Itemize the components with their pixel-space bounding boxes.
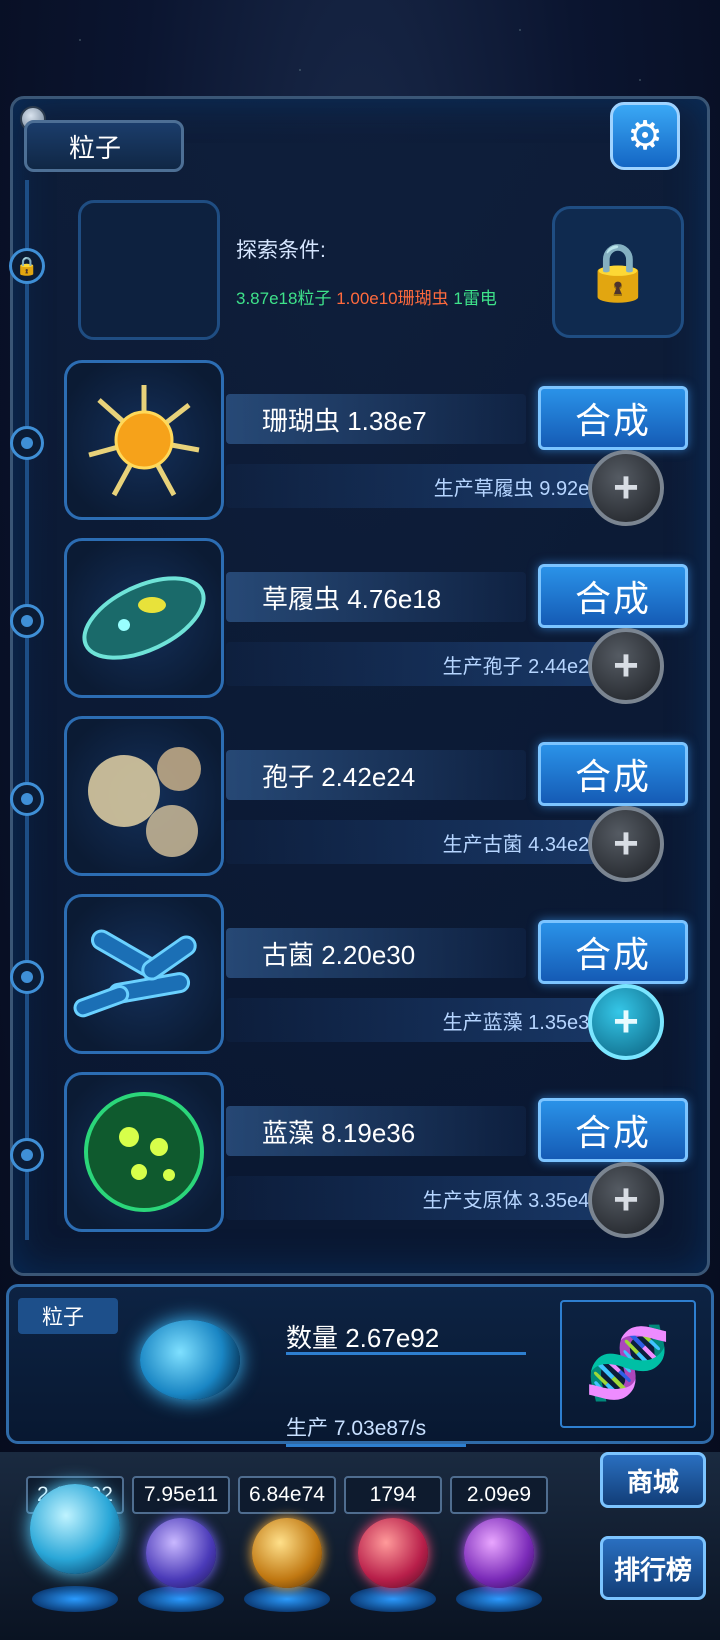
creature-row-spore: 孢子 2.42e24 合成 生产古菌 4.34e27/s + xyxy=(60,716,700,886)
spore-image xyxy=(64,716,224,876)
rail-node xyxy=(10,782,44,816)
archaea-icon xyxy=(73,929,197,1018)
explore-lock-button[interactable]: 🔒 xyxy=(552,206,684,338)
requirement-thunder: 1雷电 xyxy=(453,289,497,308)
rail-node xyxy=(10,604,44,638)
lock-icon: 🔒 xyxy=(9,248,45,284)
requirement-particles: 3.87e18粒子 xyxy=(236,289,332,308)
creature-row-archaea: 古菌 2.20e30 合成 生产蓝藻 1.35e34/s + xyxy=(60,894,700,1064)
production-rate: 生产古菌 4.34e27/s xyxy=(226,820,646,864)
shop-button[interactable]: 商城 xyxy=(600,1452,706,1508)
synthesize-button[interactable]: 合成 xyxy=(538,564,688,628)
gear-icon: ⚙ xyxy=(627,114,663,158)
production-rate: 生产支原体 3.35e41/s xyxy=(226,1176,646,1220)
locked-creature-silhouette xyxy=(78,200,220,340)
requirement-coral: 1.00e10珊瑚虫 xyxy=(336,289,449,308)
pedestal xyxy=(32,1586,118,1612)
cyanobacteria-icon xyxy=(84,1092,204,1212)
brain-orb-icon[interactable] xyxy=(358,1518,428,1588)
creature-row-coral: 珊瑚虫 1.38e7 合成 生产草履虫 9.92e8/s + xyxy=(60,360,700,530)
synthesize-button[interactable]: 合成 xyxy=(538,742,688,806)
plus-icon: + xyxy=(613,463,639,512)
cyanobacteria-image xyxy=(64,1072,224,1232)
rail-node xyxy=(10,426,44,460)
production-rate: 生产草履虫 9.92e8/s xyxy=(226,464,646,508)
pedestal xyxy=(138,1586,224,1612)
plus-icon: + xyxy=(613,997,639,1046)
particle-production: 生产 7.03e87/s xyxy=(286,1417,427,1440)
vortex-orb-icon[interactable] xyxy=(464,1518,534,1588)
synthesize-button[interactable]: 合成 xyxy=(538,386,688,450)
resource-value: 2.09e9 xyxy=(450,1476,548,1514)
padlock-icon: 🔒 xyxy=(583,240,653,303)
creature-name: 蓝藻 8.19e36 xyxy=(226,1106,526,1156)
creature-name: 草履虫 4.76e18 xyxy=(226,572,526,622)
synthesize-button[interactable]: 合成 xyxy=(538,920,688,984)
particle-cluster-icon xyxy=(140,1320,240,1400)
ranking-button[interactable]: 排行榜 xyxy=(600,1536,706,1600)
dna-icon: 🧬 xyxy=(560,1300,696,1428)
rail-node xyxy=(10,960,44,994)
synthesize-button[interactable]: 合成 xyxy=(538,1098,688,1162)
creature-row-cyanobacteria: 蓝藻 8.19e36 合成 生产支原体 3.35e41/s + xyxy=(60,1072,700,1242)
plus-icon: + xyxy=(613,641,639,690)
plus-button[interactable]: + xyxy=(588,450,664,526)
creature-name: 古菌 2.20e30 xyxy=(226,928,526,978)
divider xyxy=(286,1444,466,1447)
creature-name: 珊瑚虫 1.38e7 xyxy=(226,394,526,444)
particle-orb-icon[interactable] xyxy=(30,1484,120,1574)
explore-title: 探索条件: xyxy=(236,239,326,262)
thunder-orb-icon[interactable] xyxy=(146,1518,216,1588)
plus-button[interactable]: + xyxy=(588,1162,664,1238)
pedestal xyxy=(244,1586,330,1612)
resource-value: 7.95e11 xyxy=(132,1476,230,1514)
pedestal xyxy=(350,1586,436,1612)
production-rate: 生产孢子 2.44e21/s xyxy=(226,642,646,686)
production-rate: 生产蓝藻 1.35e34/s xyxy=(226,998,646,1042)
progress-rail xyxy=(25,180,29,1240)
page-title: 粒子 xyxy=(24,120,184,172)
paramecium-icon xyxy=(82,576,206,660)
paramecium-image xyxy=(64,538,224,698)
plus-icon: + xyxy=(613,819,639,868)
plus-button[interactable]: + xyxy=(588,628,664,704)
pedestal xyxy=(456,1586,542,1612)
plus-icon: + xyxy=(613,1175,639,1224)
settings-button[interactable]: ⚙ xyxy=(610,102,680,170)
archaea-image xyxy=(64,894,224,1054)
particle-count: 数量 2.67e92 xyxy=(286,1323,440,1353)
plus-button-active[interactable]: + xyxy=(588,984,664,1060)
coral-icon xyxy=(88,385,200,497)
creature-name: 孢子 2.42e24 xyxy=(226,750,526,800)
resource-value: 1794 xyxy=(344,1476,442,1514)
fire-orb-icon[interactable] xyxy=(252,1518,322,1588)
coral-image xyxy=(64,360,224,520)
divider xyxy=(286,1352,526,1355)
spore-icon xyxy=(88,747,201,857)
rail-node xyxy=(10,1138,44,1172)
plus-button[interactable]: + xyxy=(588,806,664,882)
particle-tag: 粒子 xyxy=(18,1298,118,1334)
explore-requirements: 3.87e18粒子 1.00e10珊瑚虫 1雷电 xyxy=(236,284,497,309)
resource-value: 6.84e74 xyxy=(238,1476,336,1514)
creature-row-paramecium: 草履虫 4.76e18 合成 生产孢子 2.44e21/s + xyxy=(60,538,700,708)
page-title-label: 粒子 xyxy=(69,132,122,163)
